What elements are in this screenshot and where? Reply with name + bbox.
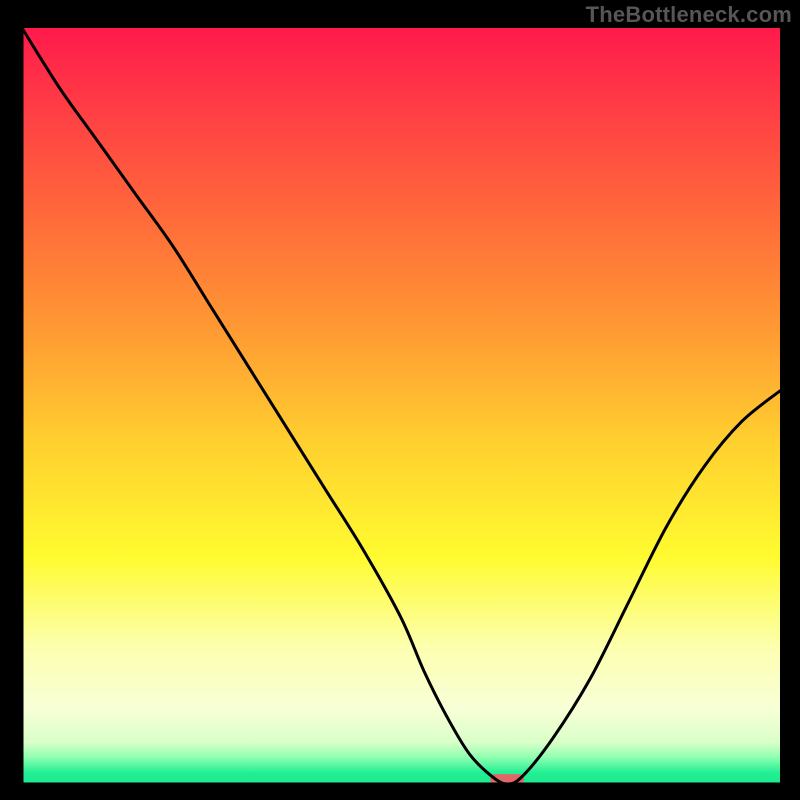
chart-plot-area [22,28,780,784]
watermark-label: TheBottleneck.com [586,2,792,28]
chart-frame: TheBottleneck.com [0,0,800,800]
bottleneck-chart [0,0,800,800]
